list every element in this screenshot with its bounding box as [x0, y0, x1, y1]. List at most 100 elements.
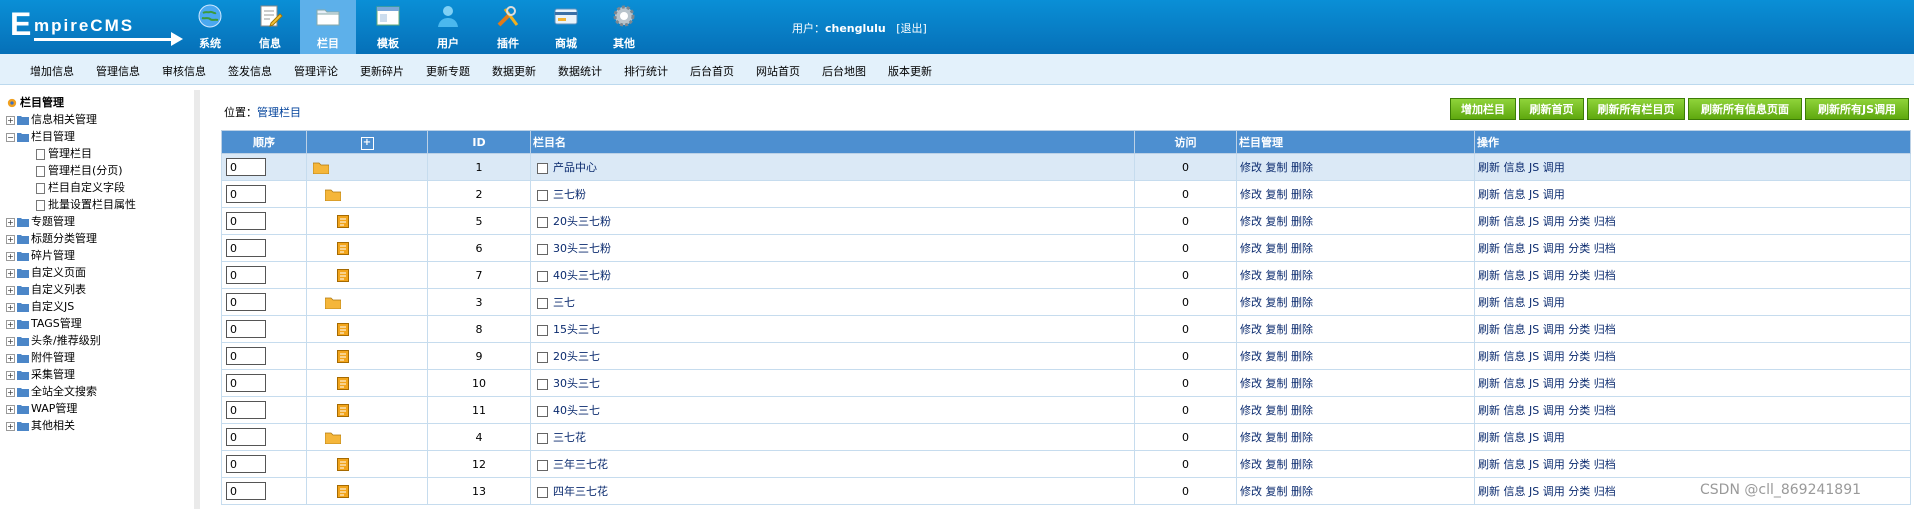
sidebar-item[interactable]: + 信息相关管理	[6, 111, 136, 128]
table-row[interactable]: 7 40头三七粉 0修改 复制 删除 刷新 信息 JS 调用 分类 归档	[221, 261, 1911, 289]
row-checkbox[interactable]	[537, 405, 548, 417]
row-checkbox[interactable]	[537, 351, 548, 363]
expand-all-icon[interactable]: +	[360, 136, 374, 150]
action-button[interactable]: 刷新首页	[1519, 98, 1584, 120]
order-input[interactable]	[226, 428, 266, 446]
subnav-item[interactable]: 数据统计	[558, 63, 602, 79]
ops-links[interactable]: 刷新 信息 JS 调用	[1478, 188, 1565, 201]
sidebar-item[interactable]: + 全站全文搜索	[6, 383, 136, 400]
expand-icon[interactable]: +	[6, 115, 15, 125]
category-name-link[interactable]: 20头三七粉	[553, 215, 611, 228]
order-input[interactable]	[226, 320, 266, 338]
sidebar-item[interactable]: + 自定义页面	[6, 264, 136, 281]
ops-links[interactable]: 刷新 信息 JS 调用 分类 归档	[1478, 242, 1616, 255]
empirecms-logo[interactable]: EmpireCMS	[8, 6, 183, 46]
ops-links[interactable]: 刷新 信息 JS 调用 分类 归档	[1478, 323, 1616, 336]
folder-icon[interactable]	[307, 161, 329, 174]
manage-links[interactable]: 修改 复制 删除	[1240, 242, 1313, 255]
sidebar-item[interactable]: + 碎片管理	[6, 247, 136, 264]
action-button[interactable]: 刷新所有JS调用	[1805, 98, 1909, 120]
manage-links[interactable]: 修改 复制 删除	[1240, 431, 1313, 444]
table-row[interactable]: 10 30头三七 0修改 复制 删除 刷新 信息 JS 调用 分类 归档	[221, 369, 1911, 397]
order-input[interactable]	[226, 374, 266, 392]
folder-icon[interactable]	[307, 296, 341, 309]
ops-links[interactable]: 刷新 信息 JS 调用 分类 归档	[1478, 458, 1616, 471]
sidebar-item[interactable]: + 标题分类管理	[6, 230, 136, 247]
ops-links[interactable]: 刷新 信息 JS 调用 分类 归档	[1478, 377, 1616, 390]
category-name-link[interactable]: 30头三七粉	[553, 242, 611, 255]
sidebar-item[interactable]: + WAP管理	[6, 400, 136, 417]
file-icon[interactable]	[307, 349, 349, 363]
file-icon[interactable]	[307, 241, 349, 255]
expand-icon[interactable]: +	[6, 370, 15, 380]
row-checkbox[interactable]	[537, 459, 548, 471]
expand-icon[interactable]: +	[6, 336, 15, 346]
subnav-item[interactable]: 网站首页	[756, 63, 800, 79]
sidebar-item[interactable]: + 自定义JS	[6, 298, 136, 315]
subnav-item[interactable]: 数据更新	[492, 63, 536, 79]
sidebar-item[interactable]: − 栏目管理	[6, 128, 136, 145]
file-icon[interactable]	[307, 484, 349, 498]
order-input[interactable]	[226, 293, 266, 311]
subnav-item[interactable]: 版本更新	[888, 63, 932, 79]
category-name-link[interactable]: 20头三七	[553, 350, 600, 363]
order-input[interactable]	[226, 212, 266, 230]
table-row[interactable]: 11 40头三七 0修改 复制 删除 刷新 信息 JS 调用 分类 归档	[221, 396, 1911, 424]
manage-links[interactable]: 修改 复制 删除	[1240, 404, 1313, 417]
subnav-item[interactable]: 更新碎片	[360, 63, 404, 79]
category-name-link[interactable]: 产品中心	[553, 161, 597, 174]
manage-links[interactable]: 修改 复制 删除	[1240, 485, 1313, 498]
nav-item-2[interactable]: 栏目	[300, 0, 356, 54]
order-input[interactable]	[226, 266, 266, 284]
sidebar-item[interactable]: 栏目自定义字段	[6, 179, 136, 196]
col-order[interactable]: 顺序	[221, 130, 307, 154]
ops-links[interactable]: 刷新 信息 JS 调用 分类 归档	[1478, 215, 1616, 228]
expand-icon[interactable]: +	[6, 319, 15, 329]
manage-links[interactable]: 修改 复制 删除	[1240, 458, 1313, 471]
category-name-link[interactable]: 四年三七花	[553, 485, 608, 498]
manage-links[interactable]: 修改 复制 删除	[1240, 161, 1313, 174]
manage-links[interactable]: 修改 复制 删除	[1240, 215, 1313, 228]
breadcrumb-link[interactable]: 管理栏目	[257, 106, 301, 119]
sidebar-item[interactable]: + 采集管理	[6, 366, 136, 383]
expand-icon[interactable]: +	[6, 268, 15, 278]
file-icon[interactable]	[307, 322, 349, 336]
sidebar-item[interactable]: + 头条/推荐级别	[6, 332, 136, 349]
col-visits[interactable]: 访问	[1134, 130, 1237, 154]
file-icon[interactable]	[307, 403, 349, 417]
order-input[interactable]	[226, 158, 266, 176]
category-name-link[interactable]: 三年三七花	[553, 458, 608, 471]
sidebar-item[interactable]: + 附件管理	[6, 349, 136, 366]
table-row[interactable]: 4 三七花 0修改 复制 删除 刷新 信息 JS 调用	[221, 423, 1911, 451]
row-checkbox[interactable]	[537, 486, 548, 498]
manage-links[interactable]: 修改 复制 删除	[1240, 188, 1313, 201]
sidebar-item[interactable]: 批量设置栏目属性	[6, 196, 136, 213]
row-checkbox[interactable]	[537, 162, 548, 174]
order-input[interactable]	[226, 455, 266, 473]
subnav-item[interactable]: 后台地图	[822, 63, 866, 79]
col-name[interactable]: 栏目名	[530, 130, 1135, 154]
folder-icon[interactable]	[307, 188, 341, 201]
row-checkbox[interactable]	[537, 324, 548, 336]
action-button[interactable]: 刷新所有信息页面	[1688, 98, 1802, 120]
col-expand[interactable]: +	[306, 130, 428, 154]
order-input[interactable]	[226, 239, 266, 257]
row-checkbox[interactable]	[537, 378, 548, 390]
expand-icon[interactable]: +	[6, 387, 15, 397]
subnav-item[interactable]: 管理评论	[294, 63, 338, 79]
expand-icon[interactable]: +	[6, 353, 15, 363]
subnav-item[interactable]: 后台首页	[690, 63, 734, 79]
sidebar-item[interactable]: + 专题管理	[6, 213, 136, 230]
table-row[interactable]: 13 四年三七花 0修改 复制 删除 刷新 信息 JS 调用 分类 归档	[221, 477, 1911, 505]
action-button[interactable]: 刷新所有栏目页	[1587, 98, 1685, 120]
row-checkbox[interactable]	[537, 216, 548, 228]
folder-icon[interactable]	[307, 431, 341, 444]
table-row[interactable]: 5 20头三七粉 0修改 复制 删除 刷新 信息 JS 调用 分类 归档	[221, 207, 1911, 235]
category-name-link[interactable]: 三七粉	[553, 188, 586, 201]
nav-item-5[interactable]: 插件	[480, 0, 536, 54]
collapse-icon[interactable]: −	[6, 132, 15, 142]
row-checkbox[interactable]	[537, 189, 548, 201]
ops-links[interactable]: 刷新 信息 JS 调用	[1478, 161, 1565, 174]
sidebar-item[interactable]: + TAGS管理	[6, 315, 136, 332]
ops-links[interactable]: 刷新 信息 JS 调用 分类 归档	[1478, 269, 1616, 282]
